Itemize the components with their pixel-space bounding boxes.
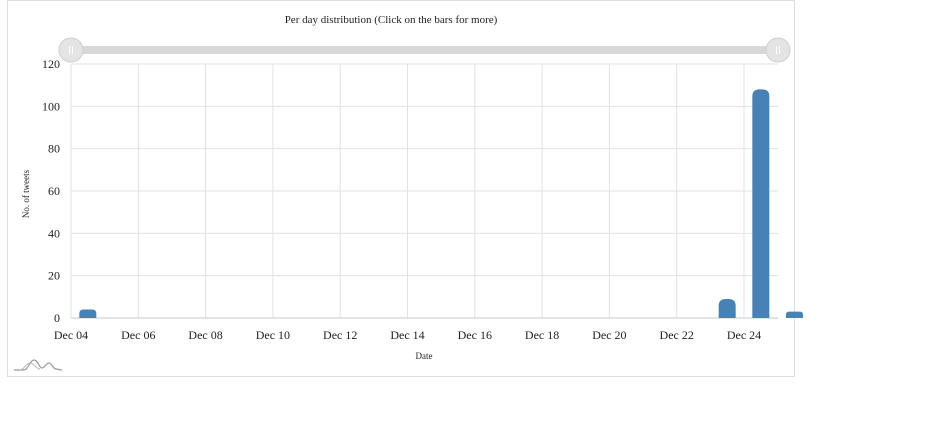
bar-dec-04[interactable]	[79, 309, 97, 318]
range-slider[interactable]	[58, 37, 791, 63]
x-axis-title: Date	[416, 351, 433, 361]
bar-dec-25[interactable]	[785, 311, 803, 318]
x-tick-label: Dec 08	[188, 328, 222, 342]
range-slider-track[interactable]	[71, 46, 778, 54]
bar-dec-23[interactable]	[718, 298, 736, 318]
x-tick-label: Dec 16	[458, 328, 492, 342]
x-tick-label: Dec 10	[256, 328, 290, 342]
x-axis-ticks: Dec 04 Dec 06 Dec 08 Dec 10 Dec 12 Dec 14 Dec …	[54, 328, 761, 342]
x-tick-label: Dec 04	[54, 328, 88, 342]
x-tick-label: Dec 18	[525, 328, 559, 342]
grid-lines	[70, 63, 778, 319]
x-tick-label: Dec 20	[592, 328, 626, 342]
y-axis-ticks: 0 20 40 60 80 100 120	[42, 57, 60, 325]
x-tick-label: Dec 22	[660, 328, 694, 342]
y-axis-title: No. of tweets	[21, 169, 31, 218]
y-tick-label: 60	[48, 184, 60, 198]
y-tick-label: 80	[48, 142, 60, 156]
logo-icon	[14, 359, 63, 371]
range-slider-right-handle[interactable]	[765, 37, 791, 63]
range-slider-left-handle[interactable]	[58, 37, 84, 63]
x-tick-label: Dec 14	[390, 328, 424, 342]
y-tick-label: 100	[42, 99, 60, 113]
bar-chart[interactable]: 0 20 40 60 80 100 120 Dec 04 Dec 06 Dec 08 Dec 10…	[0, 0, 951, 432]
y-tick-label: 120	[42, 57, 60, 71]
y-tick-label: 0	[54, 311, 60, 325]
y-tick-label: 20	[48, 269, 60, 283]
x-tick-label: Dec 24	[727, 328, 761, 342]
x-tick-label: Dec 06	[121, 328, 155, 342]
bars[interactable]	[79, 89, 803, 319]
x-tick-label: Dec 12	[323, 328, 357, 342]
y-tick-label: 40	[48, 226, 60, 240]
bar-dec-24[interactable]	[752, 89, 770, 319]
